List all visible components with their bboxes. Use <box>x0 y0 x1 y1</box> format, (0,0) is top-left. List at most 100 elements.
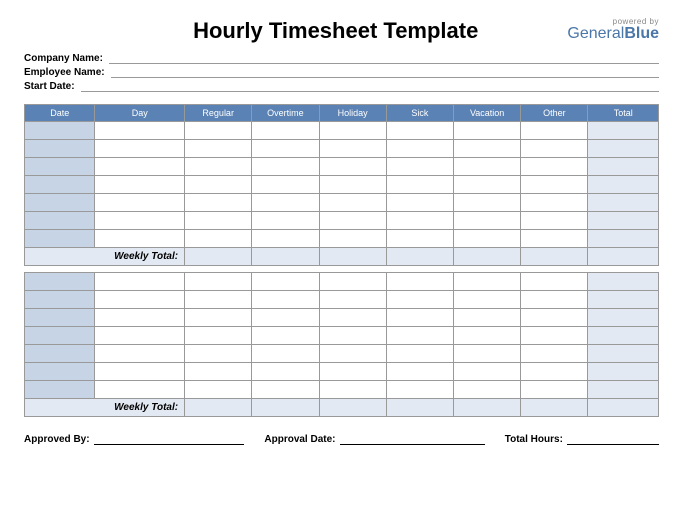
employee-name-field[interactable] <box>111 66 659 78</box>
cell[interactable] <box>185 140 252 158</box>
cell[interactable] <box>454 122 521 140</box>
cell[interactable] <box>319 291 386 309</box>
cell[interactable] <box>386 363 453 381</box>
cell[interactable] <box>185 212 252 230</box>
cell[interactable] <box>521 230 588 248</box>
cell[interactable] <box>95 176 185 194</box>
cell[interactable] <box>252 381 319 399</box>
cell[interactable] <box>95 345 185 363</box>
cell[interactable] <box>252 176 319 194</box>
start-date-field[interactable] <box>81 80 659 92</box>
cell[interactable] <box>185 158 252 176</box>
cell[interactable] <box>454 140 521 158</box>
cell[interactable] <box>252 194 319 212</box>
cell[interactable] <box>319 345 386 363</box>
cell[interactable] <box>185 194 252 212</box>
cell[interactable] <box>386 309 453 327</box>
cell[interactable] <box>521 327 588 345</box>
cell[interactable] <box>252 273 319 291</box>
cell[interactable] <box>25 230 95 248</box>
cell[interactable] <box>252 230 319 248</box>
cell[interactable] <box>25 381 95 399</box>
cell[interactable] <box>521 194 588 212</box>
cell[interactable] <box>521 345 588 363</box>
cell[interactable] <box>185 381 252 399</box>
cell[interactable] <box>319 363 386 381</box>
cell[interactable] <box>185 291 252 309</box>
cell[interactable] <box>95 194 185 212</box>
cell[interactable] <box>521 212 588 230</box>
cell[interactable] <box>454 327 521 345</box>
cell[interactable] <box>252 309 319 327</box>
company-name-field[interactable] <box>109 52 659 64</box>
cell[interactable] <box>319 176 386 194</box>
cell[interactable] <box>454 158 521 176</box>
cell[interactable] <box>25 345 95 363</box>
cell[interactable] <box>95 327 185 345</box>
cell[interactable] <box>25 140 95 158</box>
cell[interactable] <box>95 122 185 140</box>
cell[interactable] <box>386 122 453 140</box>
cell[interactable] <box>386 212 453 230</box>
cell[interactable] <box>252 212 319 230</box>
cell[interactable] <box>95 140 185 158</box>
cell[interactable] <box>185 122 252 140</box>
cell[interactable] <box>185 363 252 381</box>
cell[interactable] <box>319 273 386 291</box>
cell[interactable] <box>319 194 386 212</box>
cell[interactable] <box>319 381 386 399</box>
cell[interactable] <box>319 230 386 248</box>
cell[interactable] <box>185 345 252 363</box>
cell[interactable] <box>454 345 521 363</box>
cell[interactable] <box>185 309 252 327</box>
cell[interactable] <box>319 122 386 140</box>
cell[interactable] <box>521 363 588 381</box>
cell[interactable] <box>252 363 319 381</box>
cell[interactable] <box>25 212 95 230</box>
cell[interactable] <box>252 122 319 140</box>
approved-by-field[interactable] <box>94 433 245 445</box>
cell[interactable] <box>386 158 453 176</box>
cell[interactable] <box>386 273 453 291</box>
cell[interactable] <box>252 140 319 158</box>
cell[interactable] <box>319 158 386 176</box>
cell[interactable] <box>521 309 588 327</box>
cell[interactable] <box>386 140 453 158</box>
cell[interactable] <box>386 345 453 363</box>
cell[interactable] <box>185 273 252 291</box>
cell[interactable] <box>25 363 95 381</box>
cell[interactable] <box>95 363 185 381</box>
cell[interactable] <box>95 309 185 327</box>
cell[interactable] <box>454 363 521 381</box>
cell[interactable] <box>95 158 185 176</box>
cell[interactable] <box>521 381 588 399</box>
cell[interactable] <box>521 158 588 176</box>
cell[interactable] <box>454 381 521 399</box>
cell[interactable] <box>95 273 185 291</box>
cell[interactable] <box>454 309 521 327</box>
cell[interactable] <box>319 327 386 345</box>
cell[interactable] <box>185 230 252 248</box>
cell[interactable] <box>95 381 185 399</box>
cell[interactable] <box>319 212 386 230</box>
cell[interactable] <box>454 194 521 212</box>
cell[interactable] <box>454 230 521 248</box>
cell[interactable] <box>25 194 95 212</box>
cell[interactable] <box>319 309 386 327</box>
cell[interactable] <box>252 327 319 345</box>
cell[interactable] <box>25 122 95 140</box>
total-hours-field[interactable] <box>567 433 659 445</box>
cell[interactable] <box>252 291 319 309</box>
cell[interactable] <box>386 194 453 212</box>
cell[interactable] <box>95 212 185 230</box>
cell[interactable] <box>521 176 588 194</box>
cell[interactable] <box>252 158 319 176</box>
cell[interactable] <box>521 273 588 291</box>
cell[interactable] <box>25 158 95 176</box>
cell[interactable] <box>25 327 95 345</box>
cell[interactable] <box>521 291 588 309</box>
cell[interactable] <box>185 176 252 194</box>
cell[interactable] <box>95 230 185 248</box>
cell[interactable] <box>386 327 453 345</box>
cell[interactable] <box>454 273 521 291</box>
